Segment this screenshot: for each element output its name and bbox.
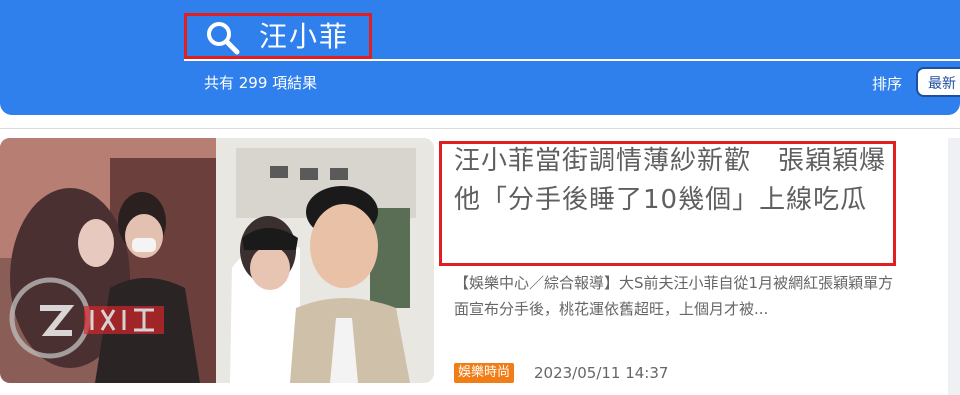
result-count: 共有 299 項結果 xyxy=(204,74,318,92)
article-date: 2023/05/11 14:37 xyxy=(534,364,669,382)
category-badge[interactable]: 娛樂時尚 xyxy=(454,363,515,383)
search-input[interactable]: 汪小菲 xyxy=(259,19,349,55)
article-excerpt: 【娛樂中心／綜合報導】大S前夫汪小菲自從1月被網紅張穎穎單方面宣布分手後，桃花運… xyxy=(454,274,894,318)
scroll-gutter xyxy=(948,138,960,395)
divider xyxy=(0,128,960,129)
sort-button[interactable]: 最新 xyxy=(916,67,960,97)
article-card[interactable]: 汪小菲當街調情薄紗新歡 張穎穎爆他「分手後睡了10幾個」上線吃瓜 【娛樂中心／綜… xyxy=(0,138,948,388)
search-underline xyxy=(184,59,960,61)
article-thumbnail[interactable] xyxy=(0,138,434,383)
search-icon[interactable] xyxy=(205,20,241,56)
sort-label: 排序 xyxy=(872,75,903,93)
search-query-highlight[interactable]: 汪小菲 xyxy=(184,13,372,59)
thumbnail-image xyxy=(0,138,434,383)
search-header: 汪小菲 共有 299 項結果 排序 最新 xyxy=(0,0,960,115)
article-headline[interactable]: 汪小菲當街調情薄紗新歡 張穎穎爆他「分手後睡了10幾個」上線吃瓜 xyxy=(454,142,894,220)
